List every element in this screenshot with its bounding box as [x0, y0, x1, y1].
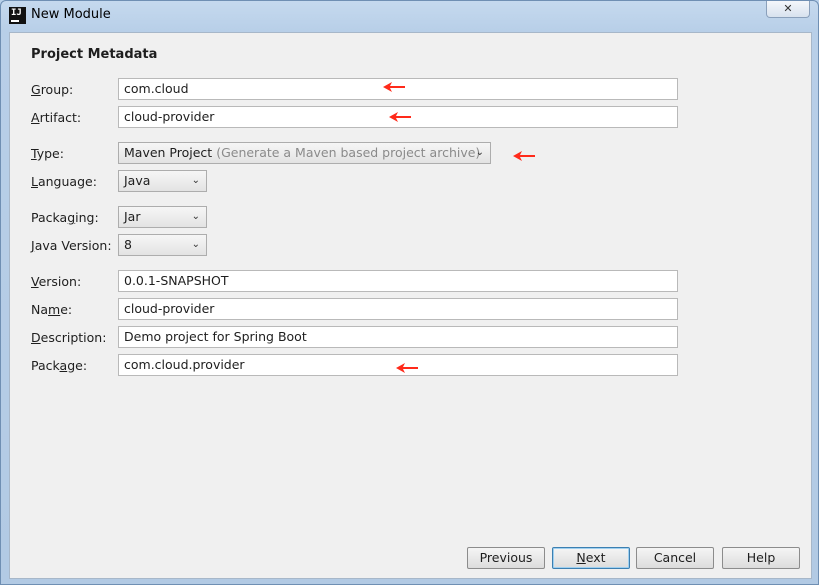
close-button[interactable]: ✕	[766, 1, 810, 18]
version-label: Version:	[31, 274, 82, 289]
language-label: Language:	[31, 174, 97, 189]
intellij-app-icon: IJ	[9, 7, 26, 24]
packaging-label: Packaging:	[31, 210, 99, 225]
cancel-button[interactable]: Cancel	[636, 547, 714, 569]
close-icon: ✕	[783, 2, 793, 15]
java-version-select[interactable]: 8 ⌄	[118, 234, 207, 256]
previous-button[interactable]: Previous	[467, 547, 545, 569]
package-label: Package:	[31, 358, 88, 373]
type-hint: (Generate a Maven based project archive)	[216, 145, 481, 160]
java-version-label: Java Version:	[31, 238, 112, 253]
section-title: Project Metadata	[31, 47, 158, 62]
description-label: Description:	[31, 330, 107, 345]
artifact-label: Artifact:	[31, 110, 82, 125]
chevron-down-icon: ⌄	[475, 147, 484, 158]
chevron-down-icon: ⌄	[191, 211, 200, 222]
type-value: Maven Project	[124, 145, 213, 160]
chevron-down-icon: ⌄	[191, 239, 200, 250]
annotation-arrow-icon	[513, 151, 535, 161]
name-field[interactable]: cloud-provider	[118, 298, 678, 320]
dialog-content: Project Metadata Group: com.cloud Artifa…	[9, 32, 812, 579]
name-label: Name:	[31, 302, 73, 317]
language-value: Java	[124, 173, 151, 188]
packaging-select[interactable]: Jar ⌄	[118, 206, 207, 228]
packaging-value: Jar	[124, 209, 141, 224]
window-title: New Module	[31, 7, 111, 22]
annotation-arrow-icon	[383, 82, 405, 92]
java-version-value: 8	[124, 237, 132, 252]
description-field[interactable]: Demo project for Spring Boot	[118, 326, 678, 348]
chevron-down-icon: ⌄	[191, 175, 200, 186]
type-label: Type:	[31, 146, 64, 161]
version-field[interactable]: 0.0.1-SNAPSHOT	[118, 270, 678, 292]
next-button[interactable]: Next	[552, 547, 630, 569]
help-button[interactable]: Help	[722, 547, 800, 569]
type-select[interactable]: Maven Project (Generate a Maven based pr…	[118, 142, 491, 164]
language-select[interactable]: Java ⌄	[118, 170, 207, 192]
annotation-arrow-icon	[389, 112, 411, 122]
new-module-dialog: IJ New Module ✕ Project Metadata Group: …	[0, 0, 819, 585]
annotation-arrow-icon	[396, 363, 418, 373]
group-label: Group:	[31, 82, 74, 97]
title-bar[interactable]: IJ New Module ✕	[1, 1, 818, 31]
